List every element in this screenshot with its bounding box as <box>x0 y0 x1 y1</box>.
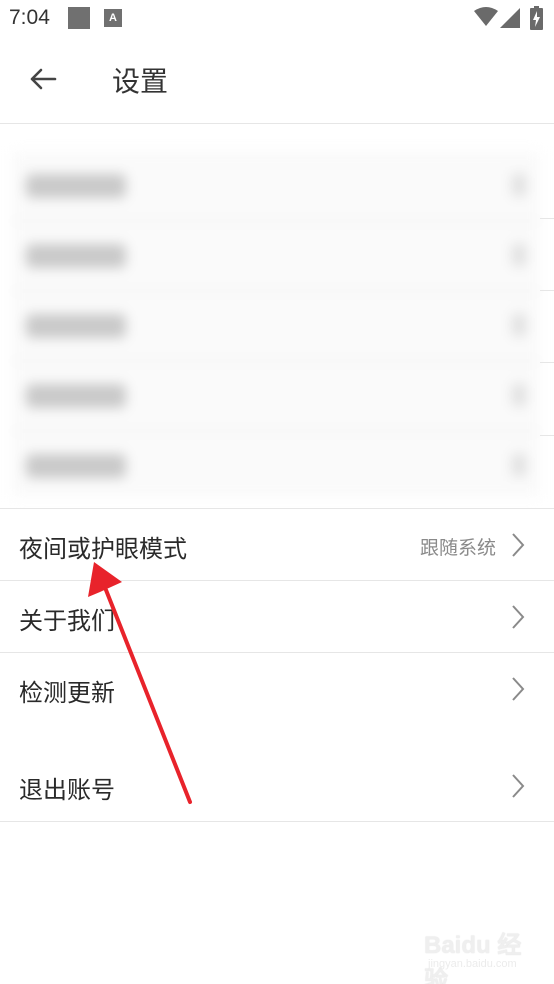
blurred-row <box>12 152 540 222</box>
notification-square-icon <box>68 7 90 29</box>
divider <box>540 290 554 291</box>
app-bar: 设置 <box>0 38 554 124</box>
divider <box>540 435 554 436</box>
blurred-chevron <box>512 384 526 406</box>
chevron-right-icon <box>512 605 525 629</box>
blurred-row <box>12 222 540 292</box>
blurred-text <box>26 384 126 408</box>
blurred-text <box>26 174 126 198</box>
chevron-right-icon <box>512 774 525 798</box>
setting-row-logout[interactable]: 退出账号 <box>0 750 554 822</box>
blurred-text <box>26 314 126 338</box>
divider <box>540 362 554 363</box>
accessibility-a-icon: A <box>104 9 122 27</box>
setting-row-check-update[interactable]: 检测更新 <box>0 653 554 725</box>
status-bar: 7:04 A <box>0 0 554 38</box>
blurred-chevron <box>512 244 526 266</box>
setting-label: 检测更新 <box>19 679 115 707</box>
watermark-main: Baidu 经验 <box>424 932 522 984</box>
blurred-row <box>12 362 540 432</box>
battery-charging-icon <box>530 6 543 30</box>
setting-row-night-mode[interactable]: 夜间或护眼模式 跟随系统 <box>0 509 554 581</box>
blurred-chevron <box>512 454 526 476</box>
watermark-sub: jingyan.baidu.com <box>428 958 517 970</box>
watermark-logo: Baidu 经验 jingyan.baidu.com <box>420 925 540 984</box>
setting-label: 关于我们 <box>19 607 115 635</box>
blurred-chevron <box>512 174 526 196</box>
setting-label: 夜间或护眼模式 <box>19 535 187 563</box>
blurred-chevron <box>512 314 526 336</box>
blurred-row <box>12 432 540 496</box>
setting-label: 退出账号 <box>19 776 115 804</box>
blurred-row <box>12 292 540 362</box>
back-button[interactable] <box>20 56 66 102</box>
divider <box>540 218 554 219</box>
setting-value: 跟随系统 <box>419 537 496 559</box>
setting-row-about-us[interactable]: 关于我们 <box>0 581 554 653</box>
divider <box>0 821 554 822</box>
signal-icon <box>500 8 520 28</box>
chevron-right-icon <box>512 677 525 701</box>
status-time: 7:04 <box>9 6 50 29</box>
arrow-left-icon <box>30 68 57 90</box>
page-title: 设置 <box>112 65 169 98</box>
blurred-settings-group <box>12 152 540 496</box>
blurred-text <box>26 454 126 478</box>
blurred-text <box>26 244 126 268</box>
chevron-right-icon <box>512 533 525 557</box>
wifi-icon <box>474 7 498 26</box>
